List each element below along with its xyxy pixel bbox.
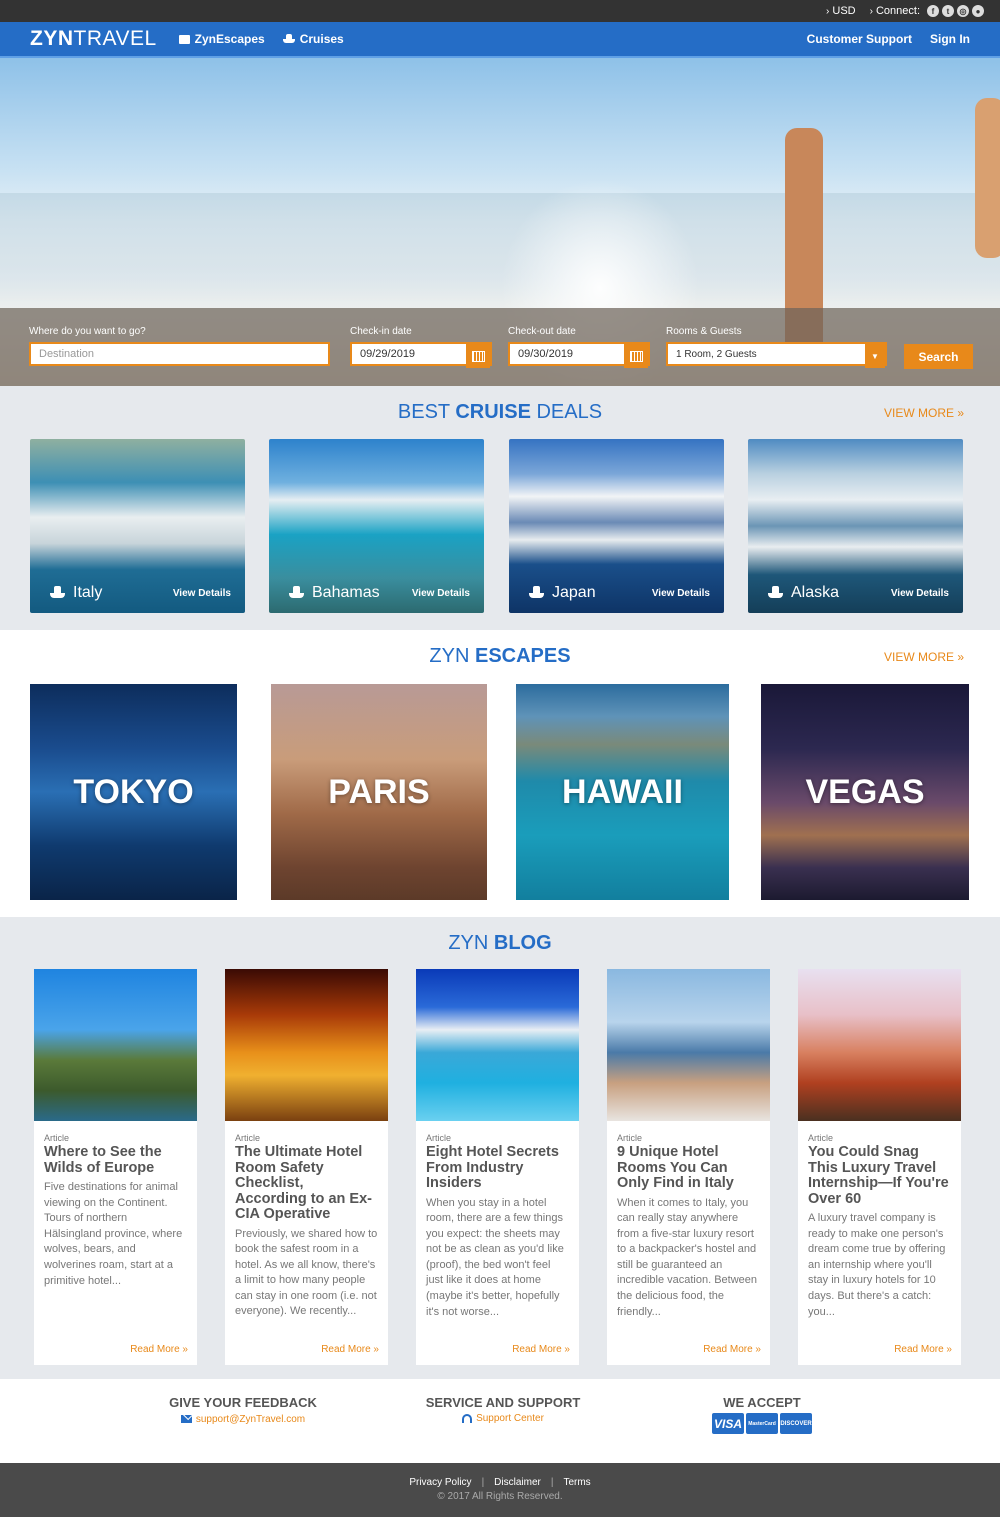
- search-panel: Where do you want to go? Destination Che…: [0, 308, 1000, 386]
- connect-group: › Connect: f t ◎ ●: [870, 5, 984, 17]
- nav-zynescapes[interactable]: ZynEscapes: [178, 32, 265, 46]
- escape-card-vegas[interactable]: VEGAS: [761, 684, 969, 900]
- blog-excerpt: Previously, we shared how to book the sa…: [235, 1227, 378, 1318]
- blog-title[interactable]: Eight Hotel Secrets From Industry Inside…: [426, 1144, 569, 1192]
- blog-image[interactable]: [798, 969, 961, 1121]
- calendar-icon[interactable]: [466, 344, 490, 368]
- footer-info: GIVE YOUR FEEDBACK support@ZynTravel.com…: [0, 1379, 1000, 1463]
- discover-card-icon: DISCOVER: [780, 1413, 812, 1434]
- rooms-select[interactable]: 1 Room, 2 Guests ▼: [666, 342, 887, 368]
- copyright: © 2017 All Rights Reserved.: [437, 1491, 563, 1502]
- envelope-icon: [180, 1415, 192, 1423]
- cruise-card-alaska[interactable]: Alaska View Details: [748, 439, 963, 613]
- top-utility-bar: › USD › Connect: f t ◎ ●: [0, 0, 1000, 22]
- disclaimer-link[interactable]: Disclaimer: [494, 1477, 541, 1488]
- cruise-deals-section: BEST CRUISE DEALS VIEW MORE » Italy View …: [0, 386, 1000, 630]
- hero-banner: Where do you want to go? Destination Che…: [0, 58, 1000, 386]
- blog-card: Article You Could Snag This Luxury Trave…: [798, 969, 961, 1365]
- privacy-policy-link[interactable]: Privacy Policy: [409, 1477, 471, 1488]
- read-more-link[interactable]: Read More »: [512, 1344, 570, 1355]
- ship-icon: [289, 586, 304, 600]
- escapes-view-more-link[interactable]: VIEW MORE »: [884, 650, 964, 664]
- escape-card-paris[interactable]: PARIS: [271, 684, 487, 900]
- dropdown-arrow-icon[interactable]: ▼: [865, 344, 885, 368]
- currency-selector[interactable]: › USD: [826, 5, 856, 17]
- facebook-icon[interactable]: f: [927, 5, 939, 17]
- blog-image[interactable]: [34, 969, 197, 1121]
- checkout-field: Check-out date 09/30/2019: [508, 326, 650, 368]
- visa-card-icon: VISA: [712, 1413, 744, 1434]
- read-more-link[interactable]: Read More »: [321, 1344, 379, 1355]
- blog-excerpt: A luxury travel company is ready to make…: [808, 1212, 946, 1318]
- zyn-escapes-section: ZYN ESCAPES VIEW MORE » TOKYO PARIS HAWA…: [0, 630, 1000, 917]
- section-title: ZYN BLOG: [448, 932, 552, 954]
- cruise-card-japan[interactable]: Japan View Details: [509, 439, 724, 613]
- blog-card: Article Where to See the Wilds of Europe…: [34, 969, 197, 1365]
- nav-customer-support[interactable]: Customer Support: [807, 32, 912, 46]
- read-more-link[interactable]: Read More »: [130, 1344, 188, 1355]
- escape-card-tokyo[interactable]: TOKYO: [30, 684, 237, 900]
- view-details-link[interactable]: View Details: [891, 588, 949, 599]
- read-more-link[interactable]: Read More »: [703, 1344, 761, 1355]
- blog-card: Article 9 Unique Hotel Rooms You Can Onl…: [607, 969, 770, 1365]
- zyn-blog-section: ZYN BLOG Article Where to See the Wilds …: [0, 917, 1000, 1379]
- nav-cruises[interactable]: Cruises: [282, 32, 344, 46]
- destination-input[interactable]: Destination: [29, 342, 330, 366]
- checkin-input[interactable]: 09/29/2019: [350, 342, 492, 368]
- blog-image[interactable]: [416, 969, 579, 1121]
- section-title: ZYN ESCAPES: [429, 645, 571, 667]
- location-icon[interactable]: ●: [972, 5, 984, 17]
- mastercard-icon: MasterCard: [746, 1413, 778, 1434]
- feedback-email-link[interactable]: support@ZynTravel.com: [180, 1414, 305, 1425]
- instagram-icon[interactable]: ◎: [957, 5, 969, 17]
- ship-icon: [282, 34, 295, 44]
- chevron-right-icon: ›: [826, 5, 830, 17]
- cruise-view-more-link[interactable]: VIEW MORE »: [884, 406, 964, 420]
- blog-card: Article The Ultimate Hotel Room Safety C…: [225, 969, 388, 1365]
- twitter-icon[interactable]: t: [942, 5, 954, 17]
- blog-title[interactable]: 9 Unique Hotel Rooms You Can Only Find i…: [617, 1144, 760, 1192]
- escape-card-hawaii[interactable]: HAWAII: [516, 684, 729, 900]
- nav-sign-in[interactable]: Sign In: [930, 32, 970, 46]
- view-details-link[interactable]: View Details: [652, 588, 710, 599]
- rooms-field: Rooms & Guests 1 Room, 2 Guests ▼: [666, 326, 887, 368]
- ship-icon: [529, 586, 544, 600]
- headset-icon: [462, 1414, 473, 1423]
- ship-icon: [768, 586, 783, 600]
- support-column: SERVICE AND SUPPORT Support Center: [425, 1395, 581, 1424]
- blog-excerpt: When you stay in a hotel room, there are…: [426, 1196, 564, 1318]
- blog-image[interactable]: [607, 969, 770, 1121]
- cruise-card-italy[interactable]: Italy View Details: [30, 439, 245, 613]
- briefcase-icon: [178, 34, 190, 44]
- read-more-link[interactable]: Read More »: [894, 1344, 952, 1355]
- blog-title[interactable]: Where to See the Wilds of Europe: [44, 1144, 187, 1176]
- destination-field: Where do you want to go? Destination: [29, 326, 330, 366]
- blog-card: Article Eight Hotel Secrets From Industr…: [416, 969, 579, 1365]
- blog-title[interactable]: The Ultimate Hotel Room Safety Checklist…: [235, 1144, 378, 1223]
- checkout-input[interactable]: 09/30/2019: [508, 342, 650, 368]
- calendar-icon[interactable]: [624, 344, 648, 368]
- ship-icon: [50, 586, 65, 600]
- blog-image[interactable]: [225, 969, 388, 1121]
- view-details-link[interactable]: View Details: [173, 588, 231, 599]
- main-nav: ZYNTRAVEL ZynEscapes Cruises Customer Su…: [0, 22, 1000, 58]
- view-details-link[interactable]: View Details: [412, 588, 470, 599]
- hero-person-woman: [975, 98, 1000, 258]
- support-center-link[interactable]: Support Center: [462, 1413, 544, 1424]
- payment-column: WE ACCEPT VISA MasterCard DISCOVER: [680, 1395, 844, 1434]
- blog-title[interactable]: You Could Snag This Luxury Travel Intern…: [808, 1144, 951, 1207]
- section-title: BEST CRUISE DEALS: [397, 401, 603, 423]
- blog-excerpt: Five destinations for animal viewing on …: [44, 1181, 183, 1287]
- search-button[interactable]: Search: [904, 344, 973, 369]
- terms-link[interactable]: Terms: [563, 1477, 590, 1488]
- cruise-card-bahamas[interactable]: Bahamas View Details: [269, 439, 484, 613]
- chevron-right-icon: ›: [869, 5, 873, 17]
- blog-excerpt: When it comes to Italy, you can really s…: [617, 1196, 758, 1318]
- footer-bottom: Privacy Policy | Disclaimer | Terms © 20…: [0, 1463, 1000, 1517]
- checkin-field: Check-in date 09/29/2019: [350, 326, 492, 368]
- logo[interactable]: ZYNTRAVEL: [30, 27, 157, 51]
- feedback-column: GIVE YOUR FEEDBACK support@ZynTravel.com: [169, 1395, 317, 1425]
